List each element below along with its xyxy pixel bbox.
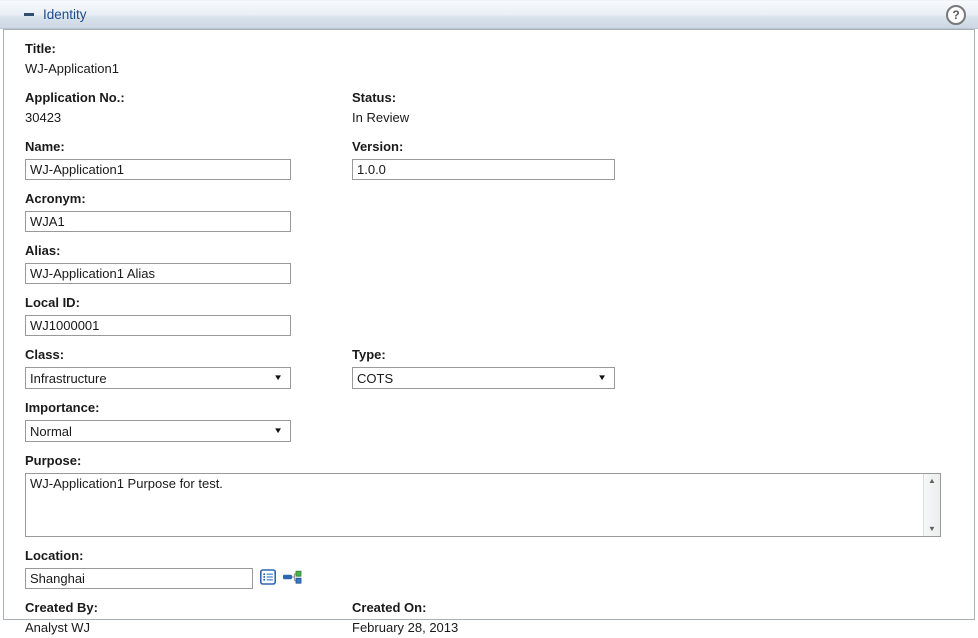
class-label: Class:: [25, 347, 352, 362]
textarea-scrollbar[interactable]: ▲ ▼: [923, 474, 940, 536]
scroll-down-icon[interactable]: ▼: [928, 525, 936, 532]
acronym-label: Acronym:: [25, 191, 974, 206]
status-label: Status:: [352, 90, 974, 105]
acronym-input[interactable]: [25, 211, 291, 232]
collapse-minus-icon[interactable]: [24, 13, 34, 16]
created-by-label: Created By:: [25, 600, 352, 615]
title-label: Title:: [25, 41, 974, 56]
created-on-value: February 28, 2013: [352, 620, 974, 635]
created-on-label: Created On:: [352, 600, 974, 615]
help-icon[interactable]: ?: [946, 5, 966, 25]
identity-section-header[interactable]: Identity ?: [0, 0, 978, 29]
application-no-label: Application No.:: [25, 90, 352, 105]
location-input[interactable]: [25, 568, 253, 589]
location-label: Location:: [25, 548, 974, 563]
class-select[interactable]: Infrastructure: [25, 367, 291, 389]
status-value: In Review: [352, 110, 974, 125]
version-label: Version:: [352, 139, 974, 154]
section-title: Identity: [43, 7, 87, 22]
local-id-input[interactable]: [25, 315, 291, 336]
title-value: WJ-Application1: [25, 61, 974, 76]
location-row: [25, 568, 974, 589]
class-type-row: Class: Infrastructure ▼ Type: COTS ▼: [25, 336, 974, 389]
version-input[interactable]: [352, 159, 615, 180]
class-select-wrap: Infrastructure ▼: [25, 367, 291, 389]
name-label: Name:: [25, 139, 352, 154]
type-select-wrap: COTS ▼: [352, 367, 615, 389]
hierarchy-tree-icon: [283, 569, 302, 588]
name-version-row: Name: Version:: [25, 128, 974, 180]
identity-page: Identity ? Title: WJ-Application1 Applic…: [0, 0, 978, 620]
created-by-value: Analyst WJ: [25, 620, 352, 635]
importance-select[interactable]: Normal: [25, 420, 291, 442]
type-select[interactable]: COTS: [352, 367, 615, 389]
application-no-value: 30423: [25, 110, 352, 125]
location-list-picker-button[interactable]: [260, 569, 276, 588]
alias-label: Alias:: [25, 243, 974, 258]
identity-form-panel: Title: WJ-Application1 Application No.: …: [3, 29, 975, 620]
list-icon: [260, 569, 276, 588]
name-input[interactable]: [25, 159, 291, 180]
purpose-textarea[interactable]: WJ-Application1 Purpose for test.: [25, 473, 941, 537]
purpose-textarea-wrap: WJ-Application1 Purpose for test. ▲ ▼: [25, 473, 941, 537]
location-hierarchy-picker-button[interactable]: [283, 569, 302, 588]
importance-select-wrap: Normal ▼: [25, 420, 291, 442]
alias-input[interactable]: [25, 263, 291, 284]
appno-status-row: Application No.: 30423 Status: In Review: [25, 79, 974, 128]
type-label: Type:: [352, 347, 974, 362]
purpose-label: Purpose:: [25, 453, 974, 468]
local-id-label: Local ID:: [25, 295, 974, 310]
importance-label: Importance:: [25, 400, 974, 415]
scroll-up-icon[interactable]: ▲: [928, 477, 936, 484]
created-row: Created By: Analyst WJ Created On: Febru…: [25, 589, 974, 638]
